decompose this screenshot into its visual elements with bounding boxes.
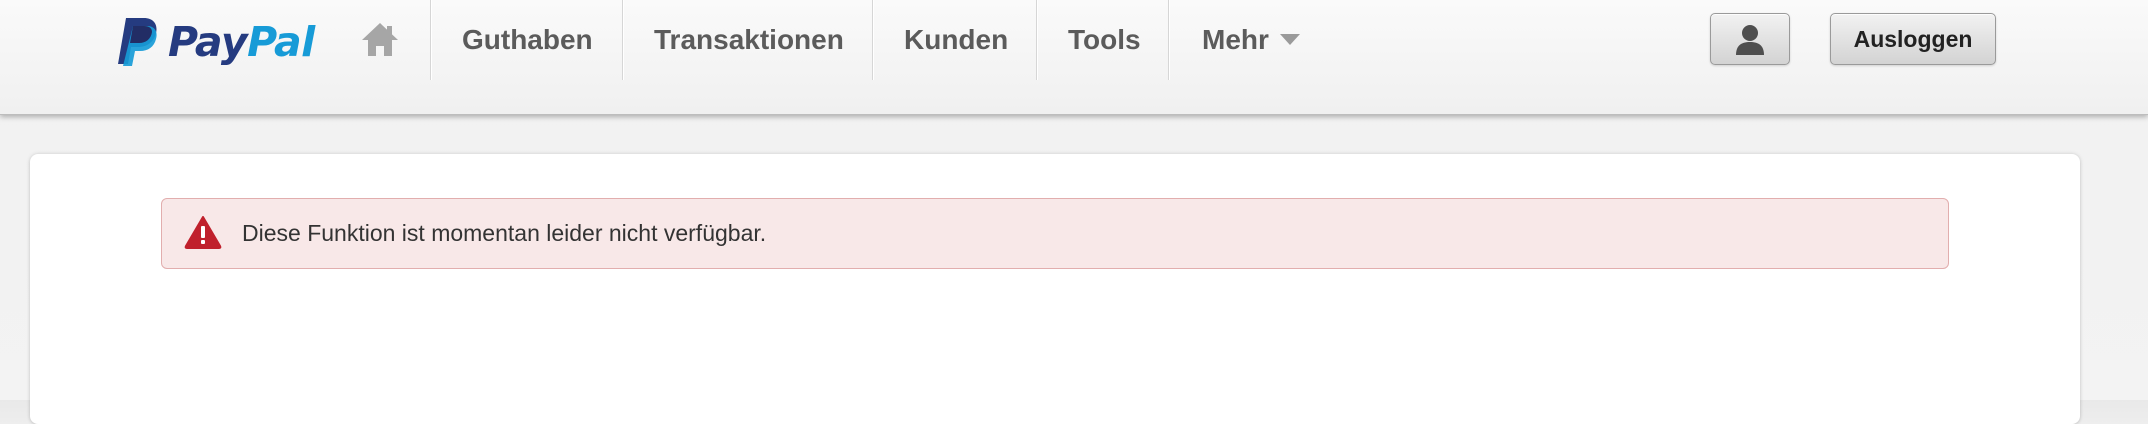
chevron-down-icon[interactable] [1280, 34, 1300, 45]
nav-item-guthaben[interactable]: Guthaben [462, 22, 593, 58]
alert-message: Diese Funktion ist momentan leider nicht… [242, 220, 767, 246]
home-button[interactable] [360, 20, 400, 60]
home-icon [362, 23, 398, 56]
nav-item-kunden[interactable]: Kunden [904, 22, 1008, 58]
top-navigation-bar: PayPal Guthaben Transaktionen Kunden Too… [0, 0, 2148, 115]
profile-button[interactable] [1710, 13, 1790, 65]
paypal-logo[interactable]: PayPal [114, 14, 315, 70]
logout-button[interactable]: Ausloggen [1830, 13, 1996, 65]
content-card: Diese Funktion ist momentan leider nicht… [30, 154, 2080, 424]
nav-item-tools[interactable]: Tools [1068, 22, 1141, 58]
nav-separator [1168, 0, 1170, 80]
nav-item-transaktionen[interactable]: Transaktionen [654, 22, 844, 58]
wordmark-pal: Pal [247, 17, 315, 66]
user-silhouette-icon [1736, 25, 1764, 55]
nav-separator [622, 0, 624, 80]
nav-separator [1036, 0, 1038, 80]
nav-separator [872, 0, 874, 80]
paypal-wordmark: PayPal [168, 21, 315, 63]
error-alert: Diese Funktion ist momentan leider nicht… [161, 198, 1949, 269]
nav-item-mehr[interactable]: Mehr [1202, 22, 1269, 58]
wordmark-pay: Pay [168, 17, 248, 66]
warning-triangle-icon [184, 216, 222, 249]
nav-separator [430, 0, 432, 80]
paypal-p-icon [118, 18, 157, 66]
